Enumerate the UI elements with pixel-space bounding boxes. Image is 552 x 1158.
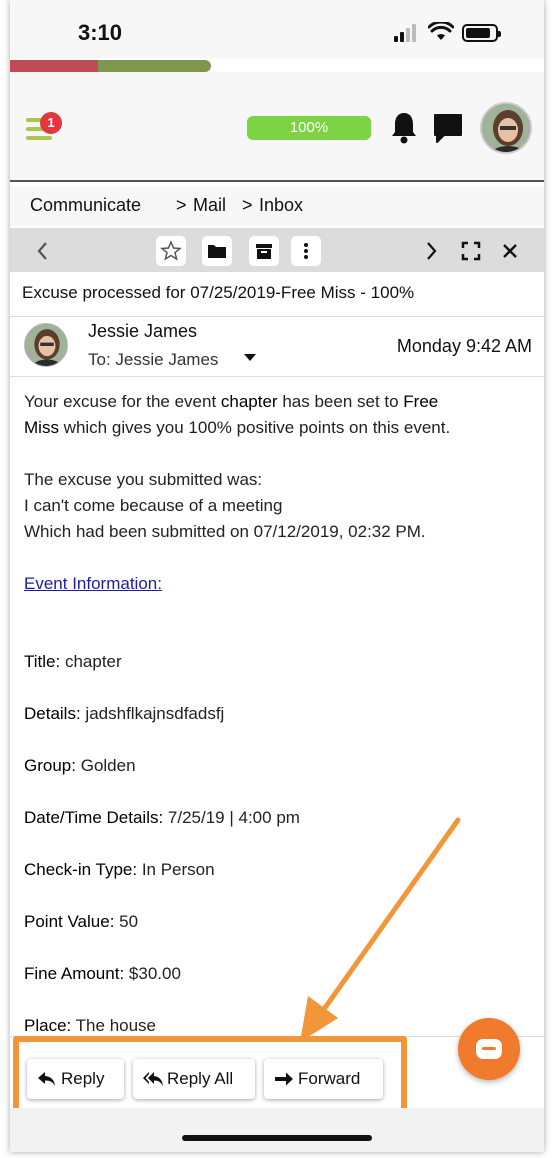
field-label: Details:: [24, 704, 81, 723]
more-vertical-icon: [304, 243, 308, 259]
app-header: 1 100%: [10, 72, 544, 182]
chevron-right-icon: >: [176, 195, 187, 215]
move-to-folder-button[interactable]: [202, 236, 232, 266]
breadcrumb-inbox[interactable]: Inbox: [259, 195, 303, 216]
battery-icon: [462, 24, 501, 42]
field-point-value: Point Value: 50: [24, 909, 534, 935]
close-icon[interactable]: [495, 236, 525, 266]
submission-date: Which had been submitted on 07/12/2019, …: [24, 522, 426, 541]
message-subject: Excuse processed for 07/25/2019-Free Mis…: [22, 283, 415, 302]
home-indicator-area: [10, 1108, 544, 1152]
field-value: $30.00: [128, 964, 181, 983]
sender-name: Jessie James: [88, 321, 198, 341]
body-text: Your excuse for the event: [24, 392, 221, 411]
field-datetime: Date/Time Details: 7/25/19 | 4:00 pm: [24, 805, 534, 831]
field-value: The house: [75, 1016, 157, 1035]
excuse-status: Miss: [24, 418, 59, 437]
field-label: Date/Time Details:: [24, 808, 164, 827]
notification-badge: 1: [40, 112, 62, 134]
bell-icon[interactable]: [390, 110, 418, 144]
field-label: Fine Amount:: [24, 964, 125, 983]
status-time: 3:10: [78, 20, 123, 45]
recipient-name: Jessie James: [115, 350, 219, 369]
chevron-right-icon[interactable]: [416, 236, 446, 266]
event-information-link[interactable]: Event Information:: [24, 574, 162, 593]
field-label: Point Value:: [24, 912, 115, 931]
progress-strip: [10, 60, 544, 72]
star-icon: [160, 240, 182, 261]
field-value: chapter: [64, 652, 122, 671]
field-label: Group:: [24, 756, 76, 775]
body-text: has been set to: [277, 392, 404, 411]
event-name: chapter: [220, 392, 278, 411]
folder-icon: [208, 245, 226, 258]
phone-screen: 3:10 1 100% Communicate > Mail > Inbox E…: [10, 0, 544, 1152]
star-button[interactable]: [156, 236, 186, 266]
breadcrumb-mail[interactable]: Mail: [193, 195, 226, 216]
cellular-signal-icon: [394, 24, 420, 42]
divider: [10, 376, 544, 377]
progress-segment-red: [10, 60, 98, 72]
message-date: Monday 9:42 AM: [396, 336, 532, 356]
field-label: Place:: [24, 1016, 72, 1035]
excuse-status: Free: [403, 392, 439, 411]
expand-icon[interactable]: [456, 236, 486, 266]
field-group: Group: Golden: [24, 753, 534, 779]
body-line: The excuse you submitted was:: [24, 470, 263, 489]
excuse-reason: I can't come because of a meeting: [24, 496, 283, 515]
field-value: 7/25/19 | 4:00 pm: [167, 808, 300, 827]
highlight-box: [13, 1036, 407, 1116]
field-label: Check-in Type:: [24, 860, 138, 879]
mail-toolbar: [10, 228, 544, 272]
field-checkin-type: Check-in Type: In Person: [24, 857, 534, 883]
message-paragraph: Your excuse for the event chapter has be…: [24, 389, 534, 441]
completion-pill[interactable]: 100%: [247, 116, 371, 140]
chat-icon[interactable]: [432, 112, 464, 144]
chevron-right-icon: >: [242, 195, 253, 215]
home-indicator: [182, 1135, 372, 1141]
user-avatar[interactable]: [480, 102, 532, 154]
wifi-icon: [428, 22, 454, 40]
recipient-line[interactable]: To: Jessie James: [88, 350, 218, 370]
sender-avatar: [24, 323, 68, 367]
breadcrumb-communicate[interactable]: Communicate: [30, 195, 141, 216]
field-value: 50: [119, 912, 139, 931]
caret-down-icon[interactable]: [244, 354, 256, 361]
event-info-section: Event Information:: [24, 571, 534, 597]
field-value: In Person: [141, 860, 215, 879]
divider: [10, 316, 544, 317]
field-fine-amount: Fine Amount: $30.00: [24, 961, 534, 987]
support-chat-button[interactable]: [458, 1018, 520, 1080]
field-title: Title: chapter: [24, 649, 534, 675]
chat-bubble-icon: [476, 1039, 502, 1059]
body-text: which gives you 100% positive points on …: [58, 418, 451, 437]
progress-segment-green: [98, 60, 211, 72]
field-value: jadshflkajnsdfadsfj: [85, 704, 225, 723]
archive-button[interactable]: [249, 236, 279, 266]
field-label: Title:: [24, 652, 61, 671]
breadcrumb: Communicate > Mail > Inbox: [10, 186, 544, 226]
more-options-button[interactable]: [291, 236, 321, 266]
field-details: Details: jadshflkajnsdfadsfj: [24, 701, 534, 727]
excuse-details: The excuse you submitted was: I can't co…: [24, 467, 534, 545]
archive-icon: [256, 244, 272, 259]
chevron-left-icon[interactable]: [28, 236, 58, 266]
to-label: To:: [88, 350, 111, 369]
status-bar: 3:10: [10, 0, 544, 58]
field-value: Golden: [80, 756, 136, 775]
